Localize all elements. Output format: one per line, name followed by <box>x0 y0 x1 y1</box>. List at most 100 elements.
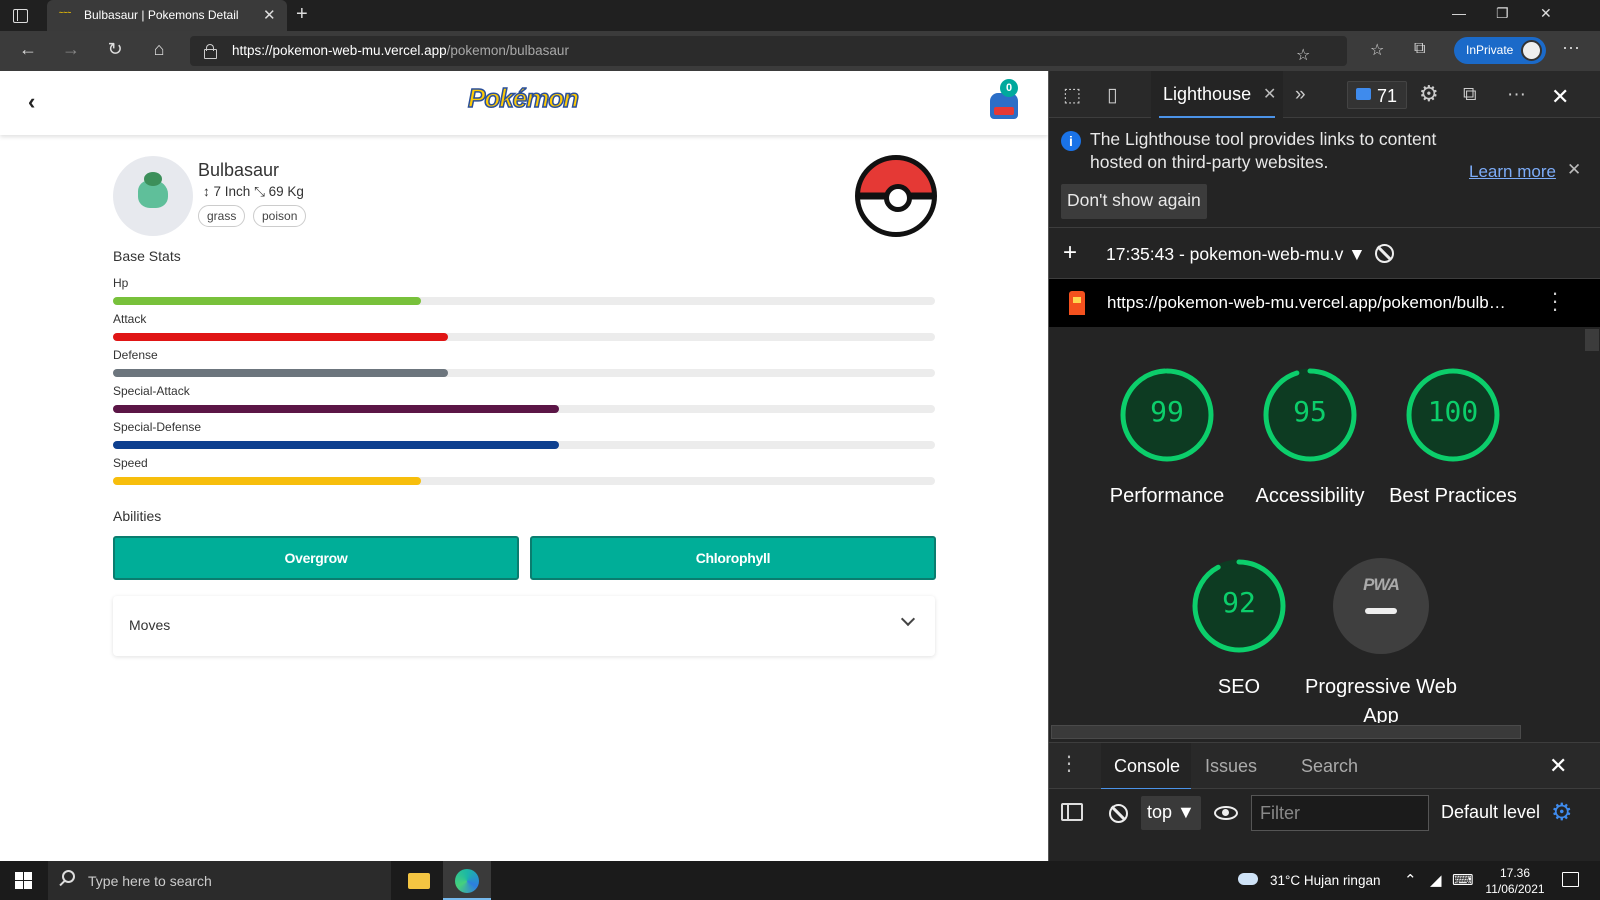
chevron-up-icon[interactable]: ⌃ <box>1404 871 1417 889</box>
weather-text[interactable]: 31°C Hujan ringan <box>1270 873 1380 888</box>
live-expression-eye-icon[interactable] <box>1214 806 1238 820</box>
stat-label: Special-Defense <box>113 420 202 434</box>
web-page: ‹ Pokémon 0 Bulbasaur ↕ 7 Inch ⤡ 69 Kg g… <box>0 71 1048 861</box>
ability-button[interactable]: Overgrow <box>113 536 519 580</box>
ability-button[interactable]: Chlorophyll <box>530 536 936 580</box>
stat-label: Defense <box>113 348 158 362</box>
add-favorite-icon[interactable]: ☆ <box>1296 45 1310 65</box>
tab-search[interactable]: Search <box>1301 756 1358 777</box>
windows-taskbar: Type here to search 31°C Hujan ringan ⌃ … <box>0 861 1600 900</box>
url-field[interactable]: https://pokemon-web-mu.vercel.app/pokemo… <box>190 36 1347 66</box>
pwa-badge-text: PWA <box>1363 575 1400 594</box>
collections-icon[interactable]: ⧉ <box>1414 40 1425 58</box>
tab-console[interactable]: Console <box>1101 743 1191 790</box>
height-icon: ↕ <box>203 184 210 199</box>
restore-button[interactable]: ❐ <box>1496 5 1509 22</box>
customize-icon[interactable]: ⧉ <box>1463 84 1477 106</box>
report-select[interactable]: 17:35:43 - pokemon-web-mu.ᴠ ▼ <box>1106 244 1366 265</box>
type-tag: poison <box>253 205 307 227</box>
file-explorer-icon[interactable] <box>395 861 443 900</box>
weather-cloud-icon[interactable] <box>1238 873 1258 885</box>
close-tab-icon[interactable]: ✕ <box>1263 84 1276 104</box>
pokemon-logo[interactable]: Pokémon <box>467 82 580 114</box>
context-select[interactable]: top ▼ <box>1141 796 1201 830</box>
devtools-panel: ⬚ ▯ Lighthouse ✕ » 71 ⚙ ⧉ ··· ✕ i The Li… <box>1048 71 1600 861</box>
type-tag: grass <box>198 205 246 227</box>
pwa-badge[interactable]: PWA <box>1333 558 1429 654</box>
tab-actions-button[interactable] <box>10 6 30 26</box>
close-window-button[interactable]: ✕ <box>1540 5 1552 22</box>
score-gauge[interactable]: 92 <box>1191 558 1287 654</box>
edge-browser-icon[interactable] <box>443 861 491 900</box>
forward-button[interactable]: → <box>59 39 83 60</box>
console-filter-input[interactable] <box>1251 795 1429 831</box>
stat-bar <box>113 297 935 305</box>
kebab-menu-icon[interactable]: · · · <box>1551 282 1559 320</box>
more-options-icon[interactable]: ··· <box>1507 84 1526 106</box>
windows-start-icon[interactable] <box>15 872 32 889</box>
issues-counter-button[interactable]: 71 <box>1347 81 1407 109</box>
console-settings-gear-icon[interactable]: ⚙ <box>1551 798 1573 827</box>
settings-gear-icon[interactable]: ⚙ <box>1419 81 1439 107</box>
close-banner-icon[interactable]: ✕ <box>1567 160 1581 180</box>
tab-lighthouse[interactable]: Lighthouse ✕ <box>1151 71 1283 118</box>
clear-reports-icon[interactable] <box>1375 244 1394 263</box>
refresh-button[interactable]: ↻ <box>103 39 127 60</box>
taskbar-clock[interactable]: 17.36 11/06/2021 <box>1480 865 1550 897</box>
more-icon[interactable]: ··· <box>1562 37 1580 58</box>
score-gauge[interactable]: 99 <box>1119 367 1215 463</box>
score-gauge[interactable]: 100 <box>1405 367 1501 463</box>
back-arrow-icon[interactable]: ‹ <box>28 89 35 115</box>
minimize-button[interactable]: — <box>1452 5 1466 21</box>
chevron-down-icon[interactable] <box>900 611 916 627</box>
learn-more-link[interactable]: Learn more <box>1469 162 1556 182</box>
back-button[interactable]: ← <box>16 39 40 60</box>
pokemon-dimensions: ↕ 7 Inch ⤡ 69 Kg <box>203 184 304 200</box>
tab-issues[interactable]: Issues <box>1205 756 1257 777</box>
keyboard-icon[interactable]: ⌨ <box>1452 871 1474 889</box>
browser-tab[interactable]: ~~~ Bulbasaur | Pokemons Detail ✕ <box>47 0 287 31</box>
favorites-icon[interactable]: ☆ <box>1370 40 1384 60</box>
score-value: 100 <box>1427 395 1479 428</box>
moves-accordion[interactable]: Moves <box>113 596 935 656</box>
inprivate-label: InPrivate <box>1466 43 1514 57</box>
notification-icon[interactable] <box>1562 872 1579 887</box>
log-level-select[interactable]: Default level <box>1441 802 1540 823</box>
backpack-icon[interactable] <box>990 93 1018 119</box>
stat-bar-fill <box>113 441 559 449</box>
score-value: 92 <box>1222 586 1256 619</box>
inprivate-button[interactable]: InPrivate <box>1454 37 1546 64</box>
close-drawer-icon[interactable]: ✕ <box>1549 753 1567 779</box>
pokeball-catch-button[interactable] <box>855 155 937 237</box>
score-label: SEO <box>1217 676 1261 698</box>
profile-avatar <box>1521 40 1542 61</box>
home-button[interactable]: ⌂ <box>147 39 171 60</box>
more-tabs-icon[interactable]: » <box>1295 84 1306 106</box>
device-toolbar-icon[interactable]: ▯ <box>1107 84 1117 107</box>
dont-show-again-button[interactable]: Don't show again <box>1061 184 1207 219</box>
message-icon <box>1356 88 1371 100</box>
bag-count-badge: 0 <box>1000 79 1018 97</box>
scroll-thumb[interactable] <box>1585 329 1599 351</box>
scroll-thumb[interactable] <box>1051 725 1521 739</box>
score-gauge[interactable]: 95 <box>1262 367 1358 463</box>
wifi-icon[interactable]: ◢ <box>1430 871 1442 889</box>
report-url-bar: https://pokemon-web-mu.vercel.app/pokemo… <box>1049 279 1600 327</box>
close-devtools-icon[interactable]: ✕ <box>1551 84 1569 110</box>
score-label: Performance <box>1109 485 1225 507</box>
lighthouse-logo-icon <box>1069 291 1085 315</box>
sidebar-toggle-icon[interactable] <box>1061 803 1083 821</box>
inspect-element-icon[interactable]: ⬚ <box>1063 84 1081 107</box>
horizontal-scrollbar[interactable] <box>1049 723 1583 741</box>
close-tab-icon[interactable]: ✕ <box>263 6 276 24</box>
drawer-menu-icon[interactable]: ⋮ <box>1059 751 1080 776</box>
taskbar-search[interactable]: Type here to search <box>48 861 391 900</box>
clear-console-icon[interactable] <box>1109 804 1128 823</box>
add-report-icon[interactable]: + <box>1063 239 1077 267</box>
stat-bar-fill <box>113 369 449 377</box>
new-tab-button[interactable]: + <box>296 3 308 26</box>
vertical-scrollbar[interactable] <box>1583 327 1600 723</box>
lock-icon[interactable] <box>204 44 217 59</box>
report-url: https://pokemon-web-mu.vercel.app/pokemo… <box>1107 293 1506 312</box>
url-text[interactable]: https://pokemon-web-mu.vercel.app/pokemo… <box>232 43 569 58</box>
